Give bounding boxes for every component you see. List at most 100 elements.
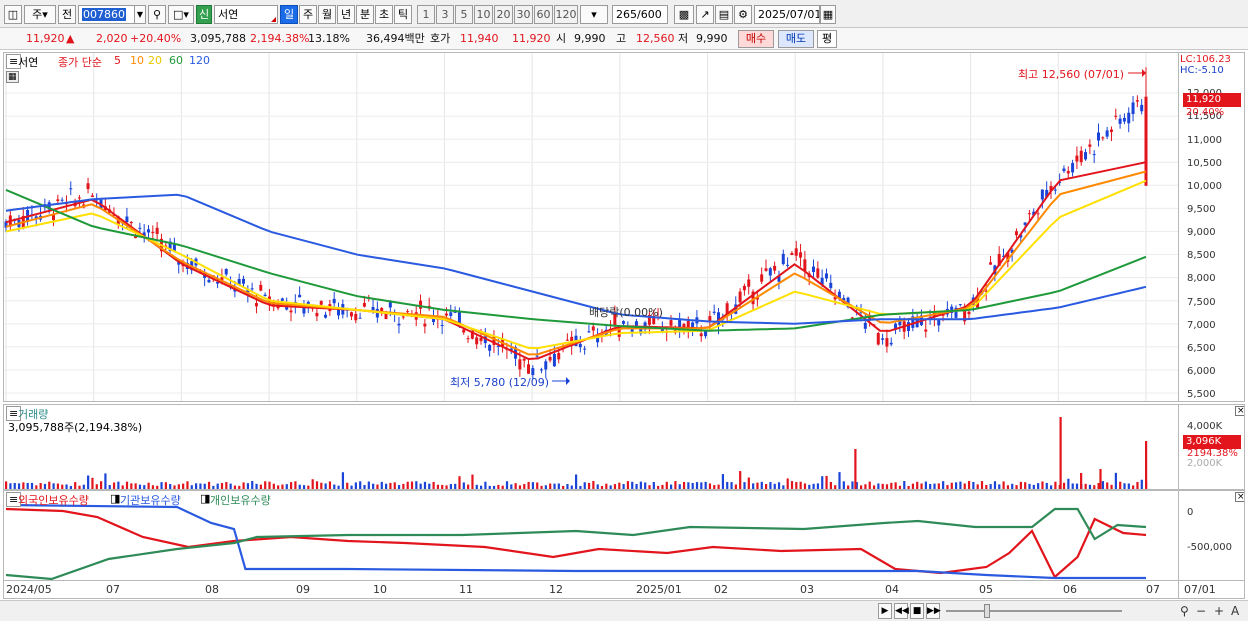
volume-bar xyxy=(950,482,953,489)
holding-chart-panel[interactable]: ≡ 외국인보유수량 ◨ 기관보유수량 ◨ 개인보유수량 xyxy=(3,490,1179,581)
volume-bar xyxy=(786,478,789,489)
period-year-button[interactable]: 년 xyxy=(337,5,355,24)
volume-chart-panel[interactable]: ≡ 거래량 3,095,788주(2,194.38%) xyxy=(3,404,1179,490)
scroll-right-icon[interactable]: ▶ xyxy=(878,603,892,619)
chart-settings-icon[interactable]: ◫ xyxy=(4,5,22,24)
volume-bar xyxy=(449,484,452,489)
volume-bar xyxy=(531,482,535,489)
font-size-icon[interactable]: A xyxy=(1231,604,1239,618)
stop-icon[interactable]: ■ xyxy=(910,603,924,619)
sell-button[interactable]: 매도 xyxy=(778,30,814,48)
ma20-legend: 20 xyxy=(148,54,162,67)
volume-bar xyxy=(635,483,638,489)
volume-bar xyxy=(380,481,383,489)
volume-bar xyxy=(17,483,21,489)
volume-spike xyxy=(854,449,857,489)
period-minute-button[interactable]: 분 xyxy=(356,5,374,24)
zoom-slider-handle[interactable] xyxy=(984,604,990,618)
interval-60-button[interactable]: 60 xyxy=(534,5,553,24)
period-tick-button[interactable]: 틱 xyxy=(394,5,412,24)
volume-bar xyxy=(1097,483,1100,489)
search-icon[interactable]: ⚲ xyxy=(148,5,166,24)
period-second-button[interactable]: 초 xyxy=(375,5,393,24)
volume-close-icon[interactable]: × xyxy=(1235,406,1244,416)
scroll-first-icon[interactable]: ◀◀ xyxy=(894,603,909,619)
volume-bar xyxy=(1071,483,1074,489)
ytick-7500: 7,500 xyxy=(1187,297,1216,308)
interval-3-button[interactable]: 3 xyxy=(436,5,454,24)
volume-bar xyxy=(61,484,64,489)
period-month-button[interactable]: 월 xyxy=(318,5,336,24)
volume-bar xyxy=(406,481,409,489)
interval-5-button[interactable]: 5 xyxy=(455,5,473,24)
volume-bar xyxy=(713,485,716,489)
prev-button[interactable]: 전 xyxy=(58,5,76,24)
mode-dropdown[interactable]: 주▾ xyxy=(24,5,56,24)
volume-bar xyxy=(143,485,146,489)
volume-bar xyxy=(527,481,530,489)
volume-bar xyxy=(1106,482,1109,489)
volume-bar xyxy=(1136,481,1139,489)
save-icon[interactable]: ▤ xyxy=(715,5,733,24)
draw-icon[interactable]: ↗ xyxy=(696,5,714,24)
volume-bar xyxy=(419,483,422,489)
interval-dropdown[interactable]: ▾ xyxy=(580,5,608,24)
volume-bar xyxy=(91,477,94,489)
volume-bar xyxy=(1037,483,1040,489)
candle-body xyxy=(1036,213,1040,215)
candle-body xyxy=(1075,155,1079,162)
interval-10-button[interactable]: 10 xyxy=(474,5,493,24)
candle-body xyxy=(138,227,142,229)
gear-icon[interactable]: ⚙ xyxy=(734,5,752,24)
volume-bar xyxy=(605,483,608,489)
volume-bar xyxy=(1015,485,1018,489)
interval-120-button[interactable]: 120 xyxy=(554,5,578,24)
price-chart-panel[interactable]: ≡ 서연 종가 단순 5 10 20 60 120 ▦ 최고 12,560 (0… xyxy=(3,52,1179,402)
scroll-last-icon[interactable]: ▶▶ xyxy=(926,603,941,619)
xlabel-07: 07 xyxy=(106,583,120,596)
grid-icon[interactable]: ▦ xyxy=(6,71,19,83)
zoom-search-icon[interactable]: ⚲ xyxy=(1180,604,1189,618)
zoom-slider-track[interactable] xyxy=(946,610,1122,612)
low-arrow-head xyxy=(566,377,570,385)
candle-body xyxy=(475,337,479,345)
candle-body xyxy=(1023,222,1027,225)
volume-bar xyxy=(808,484,811,489)
period-day-button[interactable]: 일 xyxy=(280,5,298,24)
volume-bar xyxy=(946,485,949,489)
buy-button[interactable]: 매수 xyxy=(738,30,774,48)
candle-body xyxy=(254,303,258,307)
volume-bar xyxy=(816,483,820,489)
volume-bar xyxy=(199,483,202,489)
candle-icon[interactable]: ▩ xyxy=(674,5,694,24)
date-field[interactable]: 2025/07/01 xyxy=(754,5,820,24)
speaker-icon[interactable]: □▾ xyxy=(168,5,194,24)
volume-bar xyxy=(661,484,664,489)
interval-1-button[interactable]: 1 xyxy=(417,5,435,24)
calendar-icon[interactable]: ▦ xyxy=(820,5,836,24)
candle-body xyxy=(669,320,673,326)
holding-close-icon[interactable]: × xyxy=(1235,492,1244,502)
volume-bar xyxy=(549,483,552,489)
evaluate-button[interactable]: 평 xyxy=(817,30,837,48)
stock-code-dropdown-icon[interactable]: ▼ xyxy=(134,5,146,24)
volume-bar xyxy=(756,482,759,489)
interval-30-button[interactable]: 30 xyxy=(514,5,533,24)
zoom-in-icon[interactable]: + xyxy=(1214,604,1224,618)
volume-bar xyxy=(600,485,604,489)
low-note: 최저 5,780 (12/09) xyxy=(450,376,550,389)
candle-body xyxy=(699,333,703,337)
zoom-out-icon[interactable]: − xyxy=(1196,604,1206,618)
period-week-button[interactable]: 주 xyxy=(299,5,317,24)
candle-body xyxy=(298,294,302,298)
interval-20-button[interactable]: 20 xyxy=(494,5,513,24)
count-field[interactable]: 265/600 xyxy=(612,5,668,24)
xlabel-08: 08 xyxy=(205,583,219,596)
stock-name-field[interactable]: 서연 xyxy=(214,5,278,24)
volume-bar xyxy=(354,482,357,489)
volume-bar xyxy=(415,481,418,489)
ma120-legend: 120 xyxy=(189,54,210,67)
candle-body xyxy=(388,302,392,308)
volume-bar xyxy=(182,483,185,489)
volume-bar xyxy=(69,485,72,489)
